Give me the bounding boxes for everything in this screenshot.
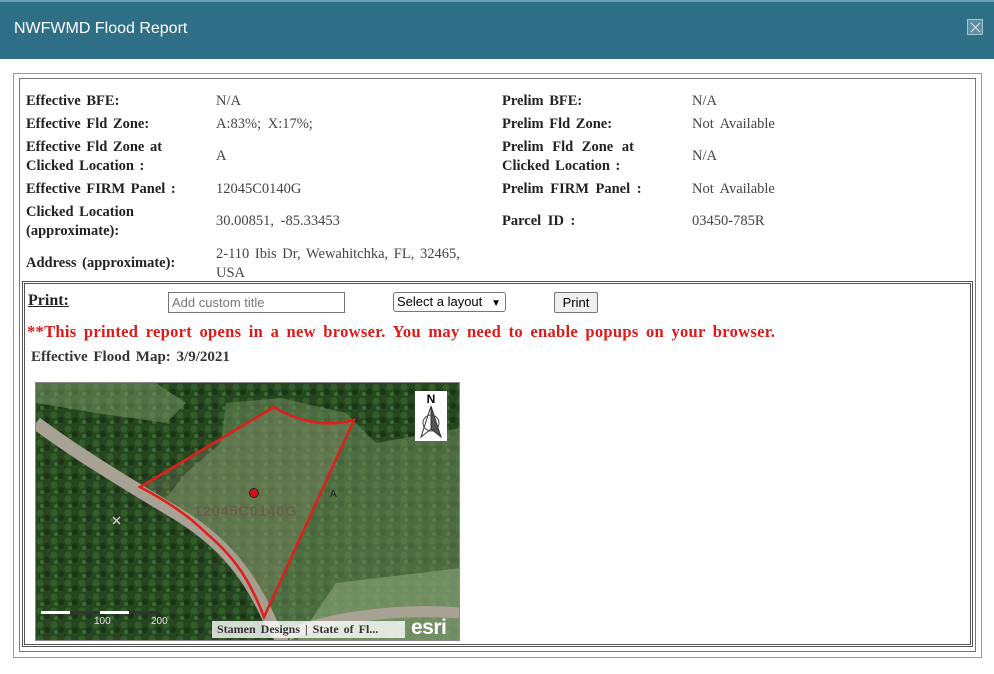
effective-firm-panel-label: Effective FIRM Panel :: [26, 181, 176, 197]
layout-select-value: Select a layout: [397, 294, 483, 309]
dialog-title: NWFWMD Flood Report: [14, 20, 188, 37]
scale-label-200: 200: [151, 616, 168, 627]
esri-logo: esri: [411, 616, 447, 639]
prelim-clicked-location-label: Clicked Location :: [502, 158, 621, 174]
prelim-firm-panel-value: Not Available: [692, 181, 775, 197]
report-panel: Effective BFE: N/A Effective Fld Zone: A…: [19, 78, 976, 652]
effective-bfe-label: Effective BFE:: [26, 93, 120, 109]
layout-select[interactable]: Select a layout ▼: [393, 292, 506, 312]
report-container: Effective BFE: N/A Effective Fld Zone: A…: [13, 73, 982, 658]
effective-fld-zone-value: A:83%; X:17%;: [216, 116, 313, 132]
print-button[interactable]: Print: [554, 292, 598, 313]
print-section: Print: Select a layout ▼ Print **This pr…: [22, 281, 973, 647]
close-icon[interactable]: [967, 19, 983, 35]
dialog-titlebar: NWFWMD Flood Report: [0, 0, 994, 59]
map-title: Effective Flood Map: 3/9/2021: [31, 349, 230, 365]
parcel-id-value: 03450-785R: [692, 213, 765, 229]
north-arrow-icon: N: [415, 391, 447, 441]
firm-panel-map-label: 12045C0140G: [194, 503, 298, 520]
chevron-down-icon: ▼: [491, 298, 501, 309]
parcel-id-label: Parcel ID :: [502, 213, 576, 229]
effective-bfe-value: N/A: [216, 93, 241, 109]
prelim-fld-zone-at-value: N/A: [692, 148, 717, 164]
custom-title-input[interactable]: [168, 292, 345, 313]
address-label: Address (approximate):: [26, 255, 176, 271]
flood-map[interactable]: N 12045C0140G A 100 200 Stamen Designs |…: [35, 382, 460, 641]
flood-zone-map-label: A: [330, 489, 337, 500]
effective-fld-zone-at-value: A: [216, 148, 227, 164]
clicked-location-approx-label: (approximate):: [26, 223, 120, 239]
prelim-bfe-value: N/A: [692, 93, 717, 109]
popup-warning: **This printed report opens in a new bro…: [27, 322, 776, 341]
clicked-location-value: 30.00851, -85.33453: [216, 213, 340, 229]
prelim-fld-zone-at-label: Prelim Fld Zone at: [502, 139, 634, 155]
effective-fld-zone-label: Effective Fld Zone:: [26, 116, 150, 132]
effective-clicked-location-label: Clicked Location :: [26, 158, 145, 174]
scale-label-100: 100: [94, 616, 111, 627]
prelim-bfe-label: Prelim BFE:: [502, 93, 583, 109]
prelim-fld-zone-value: Not Available: [692, 116, 775, 132]
clicked-location-label: Clicked Location: [26, 204, 134, 220]
flood-info-table: Effective BFE: N/A Effective Fld Zone: A…: [26, 89, 966, 285]
prelim-fld-zone-label: Prelim Fld Zone:: [502, 116, 613, 132]
address-value: 2-110 Ibis Dr, Wewahitchka, FL, 32465,: [216, 246, 460, 262]
effective-firm-panel-value: 12045C0140G: [216, 181, 302, 197]
prelim-firm-panel-label: Prelim FIRM Panel :: [502, 181, 642, 197]
effective-fld-zone-at-label: Effective Fld Zone at: [26, 139, 163, 155]
print-label: Print:: [28, 292, 69, 309]
map-attribution: Stamen Designs | State of Fl...: [212, 621, 405, 638]
